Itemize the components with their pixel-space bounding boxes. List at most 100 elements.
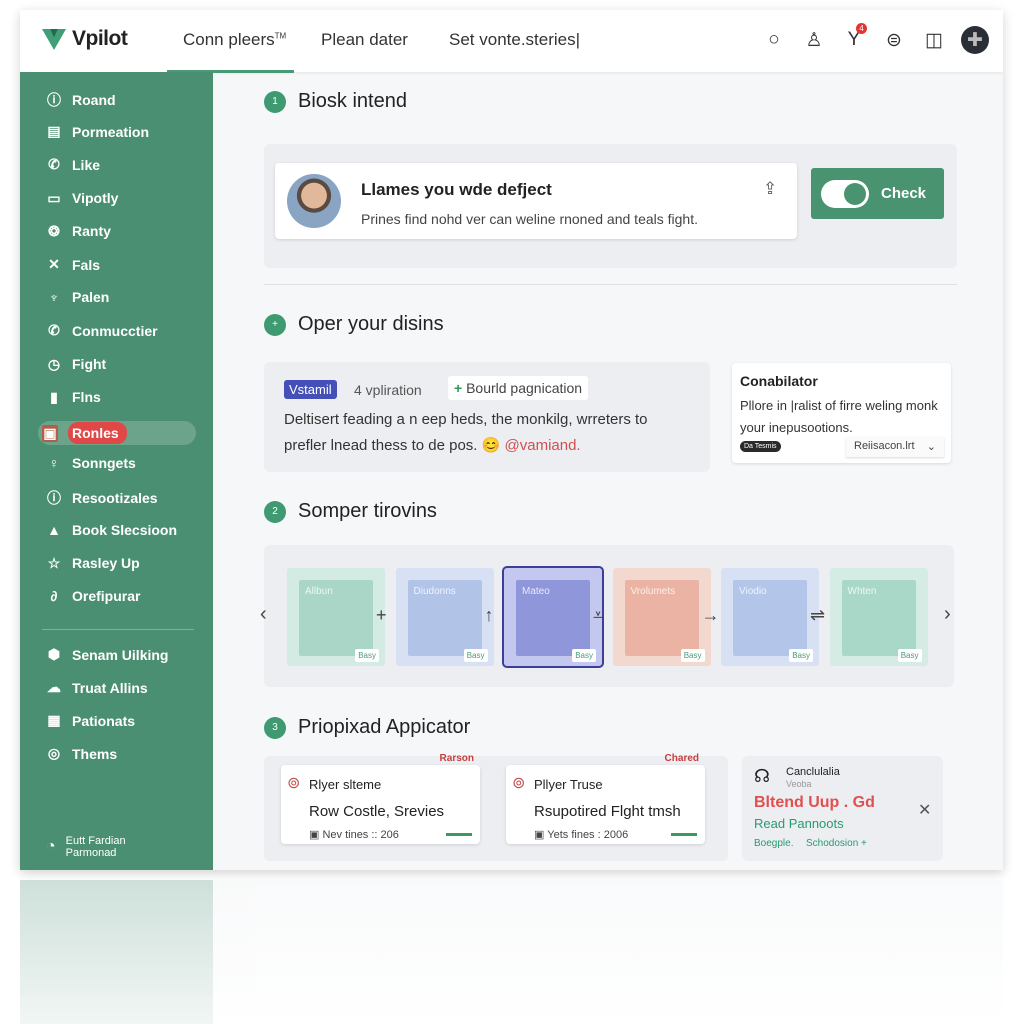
sidebar-item-icon: ⬢ <box>47 646 61 662</box>
player-icon: ⊚ <box>512 775 526 792</box>
sidebar-item[interactable]: ⓘ Resootizales <box>46 488 158 508</box>
sidebar-item-icon: ✕ <box>48 256 60 272</box>
sidebar-item[interactable]: ◷ Fight <box>46 356 106 373</box>
sidebar-item-label: Vipotly <box>72 190 119 207</box>
sidebar-item-label: Rasley Up <box>72 555 140 572</box>
sidebar-item-label: Sonngets <box>72 455 136 472</box>
sidebar-item-label: Conmucctier <box>72 322 158 339</box>
vpilot-logo-icon <box>42 29 66 50</box>
sidebar-item-icon: ☁ <box>47 679 61 695</box>
sidebar-item[interactable]: ∂ Orefipurar <box>46 588 141 604</box>
tile-label: Diudonns <box>407 580 482 656</box>
flow-tile[interactable]: Diudonns Basy <box>395 568 494 666</box>
toggle-switch[interactable] <box>821 179 869 208</box>
flow-tile[interactable]: Vrolumets Basy <box>612 568 711 666</box>
clock-icon: ◔ <box>46 838 56 855</box>
tile-badge: Basy <box>897 649 922 662</box>
collaborator-select[interactable]: Reiisacon.lrt ⌄ <box>846 437 944 457</box>
card-name: Pllyer Truse <box>534 777 603 792</box>
mention-link[interactable]: @vamiand. <box>505 437 581 454</box>
nav-tab-2[interactable]: Plean dater <box>321 30 408 50</box>
card-title: Rsupotired Flght tmsh <box>534 803 681 820</box>
sidebar-item[interactable]: ◎ Thems <box>46 745 117 762</box>
build-pagination-button[interactable]: + Bourld pagnication <box>448 376 589 400</box>
sidebar-item[interactable]: ▤ Pormeation <box>46 123 149 140</box>
sidebar-item-label: Orefipurar <box>72 588 141 604</box>
profile-card[interactable]: Llames you wde defject Prines find nohd … <box>275 163 797 239</box>
sidebar-item-label: Palen <box>72 289 110 306</box>
sidebar-item-label: Book Slecsioon <box>72 521 178 538</box>
sidebar-item[interactable]: ⬢ Senam Uilking <box>46 646 169 663</box>
card-tag: Chared <box>664 753 699 764</box>
sidebar-item[interactable]: ✕ Fals <box>46 256 100 273</box>
tile-badge: Basy <box>355 649 379 662</box>
chevron-right-icon[interactable]: › <box>944 603 951 626</box>
promo-link[interactable]: Read Pannoots <box>754 816 844 831</box>
card-name: Rlyer slteme <box>309 777 382 792</box>
nav-tab-3[interactable]: Set vonte.steries| <box>449 30 580 50</box>
cloud-upload-icon[interactable]: ⇪ <box>763 179 777 199</box>
chevron-down-icon: ⌄ <box>926 441 936 453</box>
check-toggle-button[interactable]: Check <box>811 168 944 219</box>
promo-name: Canclulalia <box>786 766 840 778</box>
close-icon[interactable]: ✕ <box>918 800 931 820</box>
promo-title: Bltend Uup . Gd <box>754 794 875 811</box>
globe-icon[interactable]: ⊜ <box>881 27 907 53</box>
sidebar-item-icon: ▭ <box>47 189 61 206</box>
product-card[interactable]: Rarson ⊚ Rlyer slteme Row Costle, Srevies ▣ … <box>281 753 480 844</box>
sidebar-item-label: Roand <box>72 92 116 108</box>
tile-badge: Basy <box>680 649 705 662</box>
sidebar-item-icon: ▦ <box>47 712 61 728</box>
nav-tab-1[interactable]: Conn pleersTM <box>166 30 295 73</box>
flow-tile[interactable]: Allbun Basy <box>287 568 385 666</box>
sidebar: ⓘ Roand ▤ Pormeation ✆ Like ▭ Vipotly ❂ Ranty ✕ Fal… <box>20 72 213 870</box>
sidebar-item[interactable]: ♀ Sonngets <box>46 455 136 471</box>
check-label: Check <box>881 185 927 202</box>
card-meta: ▣ Yets fines : 2006 <box>534 829 629 841</box>
sidebar-item-icon: ◷ <box>47 355 61 372</box>
sidebar-item[interactable]: ✆ Like <box>46 156 100 173</box>
brand-logo[interactable]: Vpilot <box>40 26 128 52</box>
collaborator-title: Conabilator <box>740 373 818 389</box>
headphones-icon: ☊ <box>754 766 770 786</box>
sidebar-footer[interactable]: ◔ Eutt Fardian Parmonad <box>46 835 126 859</box>
sidebar-item-label: Flns <box>72 389 101 406</box>
card-title: Llames you wde defject <box>361 180 552 199</box>
sidebar-item[interactable]: ▲ Book Slecsioon <box>46 522 177 538</box>
sidebar-item-label: Pationats <box>72 712 136 729</box>
tile-label: Mateo <box>516 580 590 656</box>
filter-icon[interactable]: Y4 <box>841 23 867 53</box>
notification-badge: 4 <box>856 23 867 34</box>
sidebar-item-label: Fals <box>72 256 101 273</box>
flow-tile[interactable]: Viodio Basy <box>721 568 819 666</box>
sidebar-item-icon: ▤ <box>47 123 61 140</box>
tag-chip[interactable]: Vstamil <box>284 380 337 399</box>
flow-tile[interactable]: Mateo Basy <box>502 566 604 668</box>
sidebar-item[interactable]: ⓘ Roand <box>46 90 116 110</box>
promo-sub: Veoba <box>786 779 812 789</box>
product-card[interactable]: Chared ⊚ Pllyer Truse Rsupotired Flght tmsh… <box>506 753 705 844</box>
card-tag: Rarson <box>439 753 474 764</box>
sidebar-item[interactable]: ▦ Pationats <box>46 712 135 729</box>
promo-card: ☊ Canclulalia Veoba Bltend Uup . Gd Read… <box>742 756 943 861</box>
sidebar-item[interactable]: ☁ Truat Allins <box>46 679 148 696</box>
sidebar-item[interactable]: ♆ Palen <box>46 289 110 306</box>
sidebar-item[interactable]: ▭ Vipotly <box>46 190 118 207</box>
sidebar-item-icon: ▮ <box>50 388 58 405</box>
player-icon: ⊚ <box>287 775 301 792</box>
sidebar-item[interactable]: ❂ Ranty <box>46 223 111 240</box>
layout-icon[interactable]: ◫ <box>921 27 947 53</box>
sidebar-item[interactable]: ✆ Conmucctier <box>46 322 158 339</box>
user-icon[interactable]: ♙ <box>801 27 827 53</box>
avatar-plus-icon[interactable]: ✚ <box>961 26 989 54</box>
flow-tile[interactable]: Whten Basy <box>829 568 928 666</box>
sidebar-item[interactable]: ☆ Rasley Up <box>46 555 140 572</box>
chevron-left-icon[interactable]: ‹ <box>260 603 267 626</box>
emoji-icon: 😊 <box>481 437 501 454</box>
collaborator-badge: Da Tesmis <box>740 441 781 452</box>
circle-icon[interactable]: ○ <box>761 27 787 53</box>
sidebar-item[interactable]: ▣ Ronles <box>38 421 196 445</box>
flow-operator-icon: + <box>376 605 387 625</box>
sidebar-item[interactable]: ▮ Flns <box>46 389 101 406</box>
promo-footer-2[interactable]: Schodosion + <box>806 838 867 849</box>
